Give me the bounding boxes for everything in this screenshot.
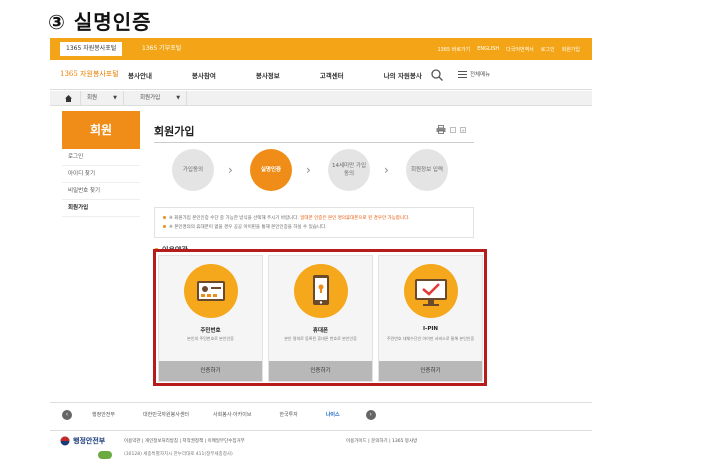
mobile-phone-icon	[294, 264, 348, 318]
nav-item-info[interactable]: 봉사정보	[256, 70, 280, 80]
notice-line-2: ※ 본인명의의 휴대폰이 없을 경우 공공 아이핀을 통해 본인인증을 하실 수…	[163, 223, 465, 232]
verify-resident-number-button[interactable]: 인증하기	[159, 361, 262, 381]
nav-item-my-volunteer[interactable]: 나의 자원봉사	[384, 70, 422, 80]
nav-item-participate[interactable]: 봉사참여	[192, 70, 216, 80]
search-icon[interactable]	[430, 68, 444, 82]
site-footer: 행정안전부 이용약관 | 개인정보처리방침 | 저작권정책 | 이메일무단수집거…	[50, 430, 592, 469]
utility-links: 1365 바로가기 ENGLISH 다국어번역서 로그인 회원가입	[437, 38, 580, 60]
sidebar-item-find-id[interactable]: 아이디 찾기	[62, 166, 140, 183]
partner-logo-bar: ‹ 행정안전부 대한민국자원봉사센터 사회봉사·아카이브 한국투자 나이스 ›	[50, 402, 592, 426]
all-menu-label: 전체메뉴	[470, 72, 491, 78]
font-decrease-icon[interactable]: -	[450, 126, 456, 133]
step-agreement: 가입동의	[172, 149, 214, 191]
breadcrumb-member[interactable]: 회원 ▼	[80, 91, 124, 106]
signup-steps: 가입동의 › 실명인증 › 14세미만 가입동의 › 회원정보 입력	[172, 149, 472, 199]
breadcrumb-signup[interactable]: 회원가입 ▼	[134, 91, 188, 106]
all-menu-button[interactable]: 전체메뉴	[458, 70, 490, 78]
top-utility-bar: 1365 자원봉사포털 1365 기부포털 1365 바로가기 ENGLISH …	[50, 38, 592, 60]
page-heading: ③ 실명인증	[48, 10, 152, 34]
auth-card-resident-number: 주민번호 본인의 주민번호로 본인인증 인증하기	[158, 255, 263, 382]
taegeuk-icon	[60, 436, 70, 446]
footer-quick-links[interactable]: 이용가이드 | 문의하기 | 1365 봉사방	[346, 438, 417, 444]
id-card-icon	[184, 264, 238, 318]
auth-desc-mobile: 본인 명의로 등록된 휴대폰 번호로 본인인증	[284, 336, 357, 341]
sidebar-item-login[interactable]: 로그인	[62, 149, 140, 166]
nav-item-guide[interactable]: 봉사안내	[128, 70, 152, 80]
util-link-multilang[interactable]: 다국어번역서	[506, 46, 534, 53]
auth-name-mobile: 휴대폰	[312, 328, 329, 334]
verify-mobile-button[interactable]: 인증하기	[269, 361, 372, 381]
partner-logo-mois[interactable]: 행정안전부	[92, 411, 115, 418]
chevron-right-icon: ›	[384, 163, 389, 177]
sidebar-menu: 로그인 아이디 찾기 비밀번호 찾기 회원가입	[62, 149, 140, 217]
footer-links[interactable]: 이용약관 | 개인정보처리방침 | 저작권정책 | 이메일무단수집거부	[124, 438, 245, 444]
print-icon[interactable]	[436, 125, 446, 134]
title-divider	[154, 142, 474, 143]
chevron-down-icon: ▼	[113, 95, 117, 101]
notice-box: ※ 회원가입 본인인증 수단 중 가능한 방식을 선택해 주시기 바랍니다. 일…	[154, 207, 474, 238]
site-logo[interactable]: 1365 자원봉사포털	[60, 69, 119, 79]
tab-volunteer-portal[interactable]: 1365 자원봉사포털	[60, 42, 123, 56]
home-icon[interactable]	[64, 94, 73, 103]
notice-line-1: ※ 회원가입 본인인증 수단 중 가능한 방식을 선택해 주시기 바랍니다. 일…	[163, 214, 465, 223]
sidebar-item-signup[interactable]: 회원가입	[62, 200, 140, 217]
sidebar-title: 회원	[62, 111, 140, 149]
monitor-check-icon	[404, 264, 458, 318]
partner-logo-volunteer-center[interactable]: 대한민국자원봉사센터	[143, 411, 189, 418]
auth-desc-resident-number: 본인의 주민번호로 본인인증	[187, 336, 234, 341]
auth-card-mobile: 휴대폰 본인 명의로 등록된 휴대폰 번호로 본인인증 인증하기	[268, 255, 373, 382]
nav-item-support[interactable]: 고객센터	[320, 70, 344, 80]
sidebar-item-find-password[interactable]: 비밀번호 찾기	[62, 183, 140, 200]
auth-desc-ipin: 주민번호 대체수단인 아이핀 서비스로 통해 본인인증	[386, 336, 475, 341]
util-link-english[interactable]: ENGLISH	[477, 46, 499, 52]
hamburger-icon	[458, 70, 467, 78]
chevron-right-icon: ›	[306, 163, 311, 177]
font-increase-icon[interactable]: +	[460, 126, 466, 133]
chevron-left-icon[interactable]: ‹	[62, 409, 72, 420]
page-tools: - +	[436, 125, 466, 134]
tab-donation-portal[interactable]: 1365 기부포털	[136, 42, 187, 56]
auth-options-highlight: 주민번호 본인의 주민번호로 본인인증 인증하기 휴대폰 본인 명의로 등록된 …	[153, 249, 487, 386]
step-under14-consent: 14세미만 가입동의	[328, 149, 370, 191]
partner-logo-archive[interactable]: 사회봉사·아카이브	[213, 411, 251, 418]
partner-logo-nice[interactable]: 나이스	[326, 411, 340, 418]
partner-logo-investment[interactable]: 한국투자	[279, 411, 297, 418]
util-link-login[interactable]: 로그인	[541, 46, 555, 53]
util-link-signup[interactable]: 회원가입	[562, 46, 580, 53]
auth-name-resident-number: 주민번호	[200, 328, 221, 334]
screenshot-frame: 1365 자원봉사포털 1365 기부포털 1365 바로가기 ENGLISH …	[50, 38, 592, 469]
chevron-down-icon: ▼	[176, 95, 181, 101]
main-navigation: 1365 자원봉사포털 봉사안내 봉사참여 봉사정보 고객센터 나의 자원봉사 …	[50, 60, 592, 90]
accessibility-badge-icon	[98, 451, 112, 459]
chevron-right-icon[interactable]: ›	[365, 409, 376, 420]
step-member-info: 회원정보 입력	[406, 149, 448, 191]
verify-ipin-button[interactable]: 인증하기	[379, 361, 482, 381]
auth-name-ipin: I-PIN	[422, 326, 438, 332]
page-title: 회원가입	[154, 125, 195, 138]
footer-address: (30128) 세종특별자치시 한누리대로 411(정부세종청사)	[124, 452, 233, 457]
chevron-right-icon: ›	[228, 163, 233, 177]
step-real-name-verify: 실명인증	[250, 149, 292, 191]
footer-org-logo: 행정안전부	[60, 436, 105, 446]
breadcrumb: 회원 ▼ 회원가입 ▼	[50, 91, 592, 106]
auth-card-ipin: I-PIN 주민번호 대체수단인 아이핀 서비스로 통해 본인인증 인증하기	[378, 255, 483, 382]
util-link-shortcut[interactable]: 1365 바로가기	[437, 46, 470, 53]
